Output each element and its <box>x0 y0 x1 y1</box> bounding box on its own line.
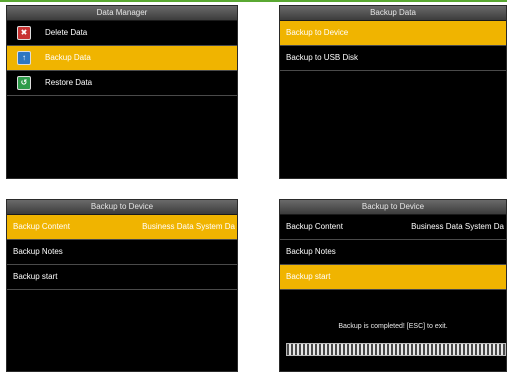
menu-item-label: Backup to Device <box>286 28 349 37</box>
data-manager-screen: Data Manager ✖ Delete Data ↑ Backup Data… <box>6 5 238 179</box>
backup-content-value: Business Data System Da <box>411 222 504 231</box>
menu-item-label: Restore Data <box>45 78 93 87</box>
backup-start-row[interactable]: Backup start <box>280 265 506 290</box>
backup-start-row[interactable]: Backup start <box>7 265 237 290</box>
backup-notes-row[interactable]: Backup Notes <box>280 240 506 265</box>
backup-status-message: Backup is completed! [ESC] to exit. <box>338 323 448 330</box>
backup-notes-label: Backup Notes <box>286 247 336 256</box>
backup-notes-row[interactable]: Backup Notes <box>7 240 237 265</box>
backup-to-device-screen: Backup to Device Backup Content Business… <box>6 199 238 372</box>
backup-complete-title: Backup to Device <box>280 200 506 215</box>
backup-content-row[interactable]: Backup Content Business Data System Da <box>280 215 506 240</box>
backup-to-device-title: Backup to Device <box>7 200 237 215</box>
backup-content-row[interactable]: Backup Content Business Data System Da <box>7 215 237 240</box>
menu-item-label: Backup Data <box>45 53 91 62</box>
backup-notes-label: Backup Notes <box>13 247 63 256</box>
menu-item-backup-to-device[interactable]: Backup to Device <box>280 21 506 46</box>
backup-content-label: Backup Content <box>13 222 70 231</box>
backup-content-label: Backup Content <box>286 222 343 231</box>
backup-complete-screen: Backup to Device Backup Content Business… <box>279 199 507 372</box>
backup-progress-bar <box>286 343 506 356</box>
backup-data-screen: Backup Data Backup to Device Backup to U… <box>279 5 507 179</box>
backup-data-icon: ↑ <box>17 51 31 65</box>
menu-item-label: Backup to USB Disk <box>286 53 359 62</box>
menu-item-delete-data[interactable]: ✖ Delete Data <box>7 21 237 46</box>
menu-item-label: Delete Data <box>45 28 88 37</box>
restore-data-icon: ↺ <box>17 76 31 90</box>
backup-progress-fill <box>287 344 505 355</box>
data-manager-title: Data Manager <box>7 6 237 21</box>
menu-item-backup-to-usb-disk[interactable]: Backup to USB Disk <box>280 46 506 71</box>
backup-data-title: Backup Data <box>280 6 506 21</box>
menu-item-restore-data[interactable]: ↺ Restore Data <box>7 71 237 96</box>
menu-item-backup-data[interactable]: ↑ Backup Data <box>7 46 237 71</box>
delete-data-icon: ✖ <box>17 26 31 40</box>
top-accent-line <box>0 0 507 2</box>
backup-start-label: Backup start <box>13 272 58 281</box>
backup-content-value: Business Data System Da <box>142 222 235 231</box>
backup-start-label: Backup start <box>286 272 331 281</box>
